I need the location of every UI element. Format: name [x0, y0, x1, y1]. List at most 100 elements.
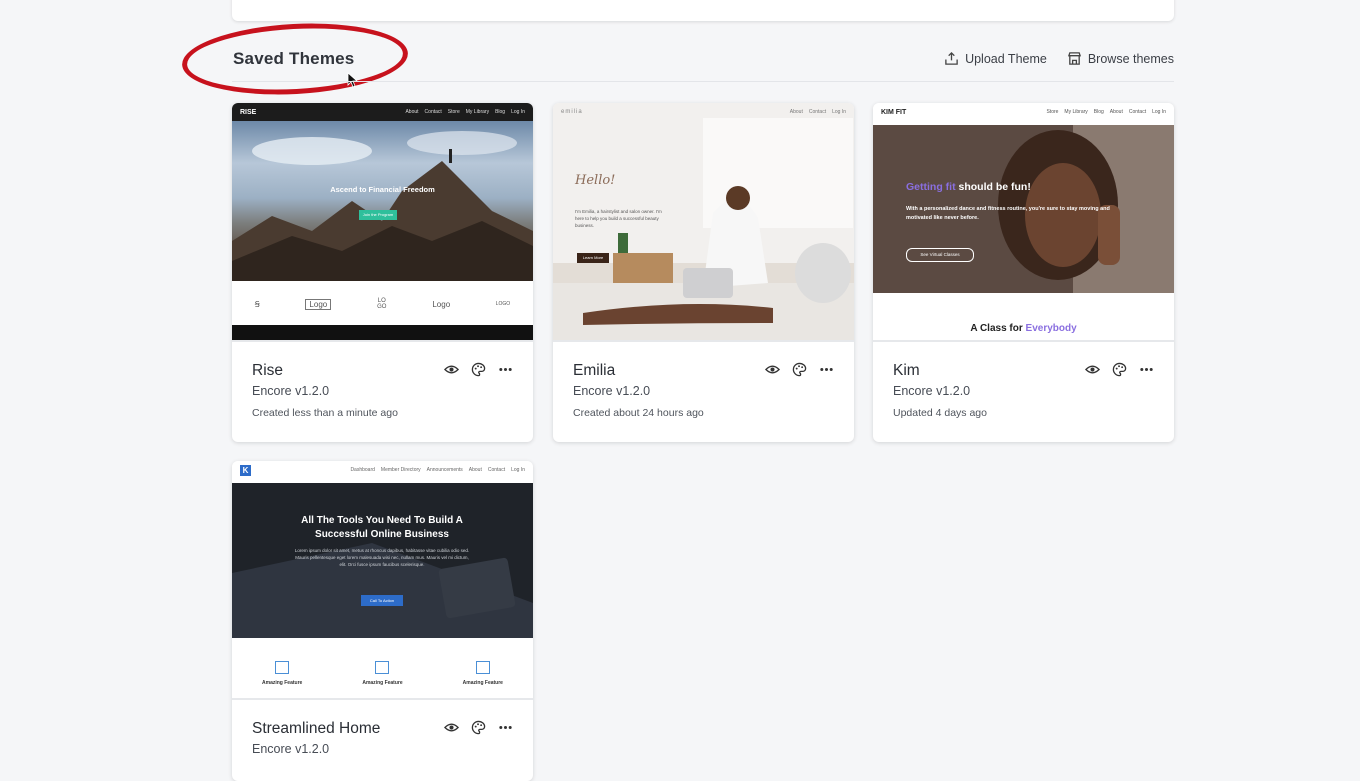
eye-icon[interactable] [1085, 362, 1100, 377]
thumb-nav-item: Contact [424, 109, 442, 115]
theme-name: Kim [893, 362, 920, 379]
palette-icon[interactable] [1112, 362, 1127, 377]
thumb-body: Lorem ipsum dolor sit amet, metus at rho… [294, 548, 470, 567]
thumb-divider [232, 698, 533, 700]
thumb-nav: KIM FIT Store My Library Blog About Cont… [873, 103, 1174, 121]
thumb-cta: Learn More [577, 253, 609, 263]
browse-themes-label: Browse themes [1087, 51, 1174, 66]
card-actions [444, 362, 513, 377]
section-actions: Upload Theme Browse themes [944, 51, 1174, 66]
thumb-nav-item: Contact [808, 109, 827, 115]
thumb-nav-item: My Library [465, 109, 490, 115]
theme-timestamp: Created less than a minute ago [252, 407, 398, 419]
palette-icon[interactable] [471, 362, 486, 377]
thumb-partner-logo: Logo [432, 299, 451, 309]
thumb-nav-item: About [468, 467, 482, 473]
thumb-headline: Getting fit should be fun! [906, 181, 1031, 193]
eye-icon[interactable] [765, 362, 780, 377]
theme-version: Encore v1.2.0 [252, 742, 330, 756]
image-icon [375, 661, 390, 674]
mountain-illustration [232, 131, 533, 281]
thumb-cta: Call To Action [361, 595, 403, 606]
theme-card-kim[interactable]: KIM FIT Store My Library Blog About Cont… [873, 103, 1174, 442]
thumb-nav-item: Blog [1093, 109, 1104, 115]
thumb-cta: See Virtual Classes [906, 248, 974, 262]
mouse-cursor-icon [347, 72, 357, 88]
palette-icon[interactable] [471, 720, 486, 735]
theme-card-emilia[interactable]: emilia About Contact Log In Hello! I'm E… [553, 103, 854, 442]
theme-thumbnail[interactable]: K Dashboard Member Directory Announcemen… [232, 461, 533, 699]
theme-name: Streamlined Home [252, 720, 381, 737]
store-icon [1067, 52, 1081, 65]
thumb-partner-logo: Logo [305, 298, 332, 310]
more-options-icon[interactable] [498, 362, 513, 377]
highlight-circle-annotation [180, 18, 410, 100]
theme-name: Emilia [573, 362, 616, 379]
thumb-headline: Ascend to Financial Freedom [330, 185, 435, 194]
theme-card-rise[interactable]: RISE About Contact Store My Library Blog… [232, 103, 533, 442]
thumb-cta: Join the Program [359, 210, 397, 220]
more-options-icon[interactable] [1139, 362, 1154, 377]
thumb-nav: K Dashboard Member Directory Announcemen… [232, 461, 533, 479]
thumb-feature: Amazing Feature [362, 661, 403, 686]
thumb-feature: Amazing Feature [262, 661, 302, 686]
theme-thumbnail[interactable]: KIM FIT Store My Library Blog About Cont… [873, 103, 1174, 341]
image-icon [275, 661, 290, 674]
thumb-partner-logo: Ꞩ [254, 299, 260, 309]
eye-icon[interactable] [444, 720, 459, 735]
thumb-nav-item: Blog [495, 109, 506, 115]
top-carousel-panel [232, 0, 1174, 21]
image-icon [475, 661, 490, 674]
thumb-nav-item: About [1109, 109, 1123, 115]
thumb-logo: KIM FIT [881, 108, 907, 116]
more-options-icon[interactable] [498, 720, 513, 735]
thumb-feature: Amazing Feature [463, 661, 503, 686]
thumb-feature-label: Amazing Feature [462, 680, 503, 686]
thumb-nav-item: Store [447, 109, 460, 115]
thumb-nav-item: Store [1046, 109, 1059, 115]
theme-timestamp: Updated 4 days ago [893, 407, 987, 419]
thumb-partner-logo: LOGO [495, 301, 511, 307]
theme-card-streamlined-home[interactable]: K Dashboard Member Directory Announcemen… [232, 461, 533, 781]
thumb-partner-logo: LO GO [377, 298, 387, 310]
thumb-headline-rest: should be fun! [955, 181, 1031, 193]
theme-timestamp: Created about 24 hours ago [573, 407, 704, 419]
thumb-headline-accent: Getting fit [906, 181, 956, 193]
theme-thumbnail[interactable]: RISE About Contact Store My Library Blog… [232, 103, 533, 341]
theme-version: Encore v1.2.0 [573, 384, 651, 398]
thumb-nav-item: Member Directory [380, 467, 421, 473]
theme-thumbnail[interactable]: emilia About Contact Log In Hello! I'm E… [553, 103, 854, 341]
palette-icon[interactable] [792, 362, 807, 377]
thumb-divider [873, 340, 1174, 342]
thumb-nav-item: Log In [511, 467, 525, 473]
thumb-body: With a personalized dance and fitness ro… [906, 206, 1110, 221]
thumb-nav-item: My Library [1064, 109, 1088, 115]
thumb-nav-item: Dashboard [350, 467, 375, 473]
thumb-nav-item: Contact [487, 467, 506, 473]
thumb-nav: RISE About Contact Store My Library Blog… [232, 103, 533, 121]
thumb-headline: Hello! [575, 173, 616, 188]
thumb-feature-label: Amazing Feature [362, 680, 403, 686]
thumb-divider [553, 340, 854, 342]
upload-theme-button[interactable]: Upload Theme [944, 51, 1047, 66]
thumb-nav-item: Contact [1128, 109, 1147, 115]
theme-name: Rise [252, 362, 284, 379]
thumb-nav-item: Log In [832, 109, 846, 115]
thumb-nav-item: About [789, 109, 803, 115]
theme-version: Encore v1.2.0 [893, 384, 971, 398]
thumb-nav: emilia About Contact Log In [553, 103, 854, 121]
browse-themes-button[interactable]: Browse themes [1067, 51, 1174, 66]
upload-icon [945, 51, 958, 65]
thumb-features: Amazing Feature Amazing Feature Amazing … [232, 661, 533, 686]
more-options-icon[interactable] [819, 362, 834, 377]
thumb-feature-label: Amazing Feature [262, 680, 303, 686]
thumb-nav-item: Announcements [426, 467, 463, 473]
section-divider [232, 81, 1174, 82]
eye-icon[interactable] [444, 362, 459, 377]
thumb-body: I'm Emilia, a hairstylist and salon owne… [575, 209, 662, 228]
thumb-footer-title: A Class for Everybody [873, 323, 1174, 334]
thumb-headline: All The Tools You Need To Build A Succes… [301, 515, 463, 540]
thumb-footer-title-accent: Everybody [1025, 323, 1077, 334]
thumb-divider [232, 340, 533, 342]
thumb-nav-item: About [405, 109, 419, 115]
